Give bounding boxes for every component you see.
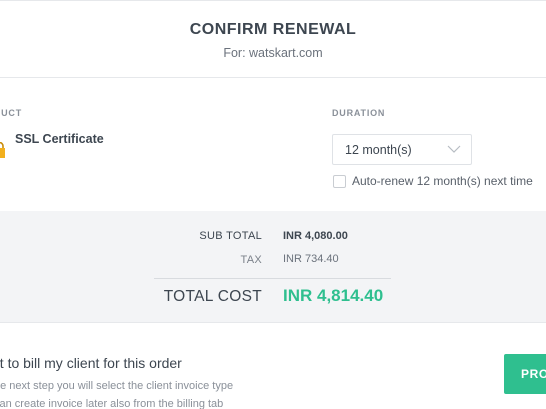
- totals-panel: SUB TOTAL INR 4,080.00 TAX INR 734.40 TO…: [0, 211, 546, 323]
- auto-renew-label[interactable]: Auto-renew 12 month(s) next time: [352, 174, 533, 188]
- duration-select[interactable]: 12 month(s): [332, 134, 472, 165]
- chevron-down-icon: [447, 145, 461, 153]
- tax-value: INR 734.40: [283, 253, 339, 265]
- total-cost-label: TOTAL COST: [163, 288, 262, 305]
- sub-total-label: SUB TOTAL: [199, 230, 262, 242]
- lock-icon: [0, 142, 5, 158]
- duration-select-value: 12 month(s): [345, 143, 412, 157]
- tax-label: TAX: [240, 254, 262, 266]
- renewal-header: CONFIRM RENEWAL For: watskart.com: [0, 0, 546, 78]
- product-name: SSL Certificate: [15, 132, 104, 146]
- proceed-button[interactable]: PRO: [504, 354, 546, 394]
- bill-client-description-2: can create invoice later also from the b…: [0, 398, 224, 409]
- totals-divider: [154, 278, 391, 279]
- product-column-label: ODUCT: [0, 108, 22, 118]
- total-cost-value: INR 4,814.40: [283, 286, 384, 305]
- domain-subtitle: For: watskart.com: [223, 46, 323, 60]
- duration-column-label: DURATION: [332, 108, 386, 118]
- auto-renew-checkbox[interactable]: [333, 175, 346, 188]
- bill-client-title: nt to bill my client for this order: [0, 355, 182, 371]
- page-title: CONFIRM RENEWAL: [189, 21, 357, 38]
- order-details: ODUCT DURATION SSL Certificate 12 month(…: [0, 78, 546, 211]
- sub-total-value: INR 4,080.00: [283, 230, 348, 242]
- bill-client-description-1: he next step you will select the client …: [0, 380, 234, 392]
